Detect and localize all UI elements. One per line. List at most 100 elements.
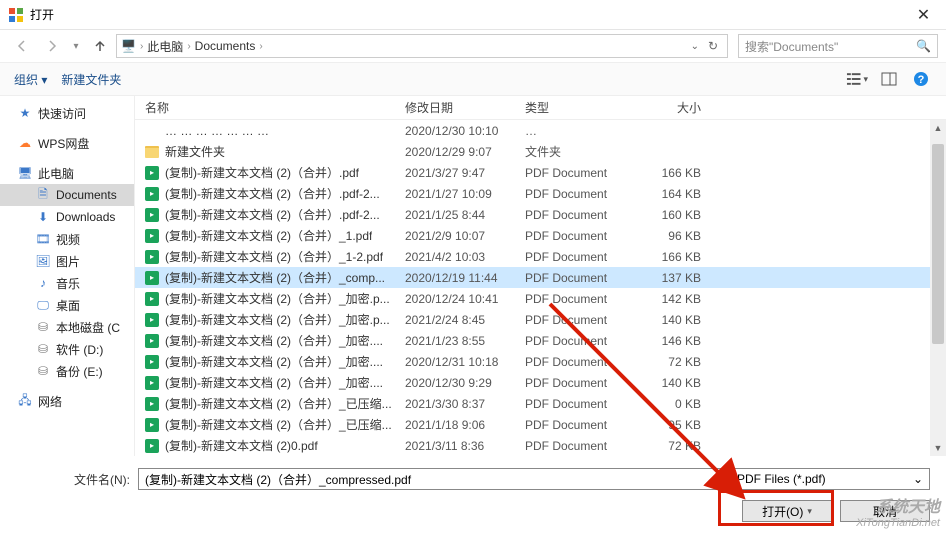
file-type: PDF Document <box>525 439 635 453</box>
preview-pane-button[interactable] <box>878 68 900 90</box>
sidebar-item-documents[interactable]: 🗎Documents <box>0 184 134 206</box>
breadcrumb[interactable]: 🖥️ › 此电脑 › Documents › ⌄ ↻ <box>116 34 728 58</box>
scroll-down-button[interactable]: ▼ <box>930 440 946 456</box>
scrollbar[interactable]: ▲ ▼ <box>930 120 946 456</box>
file-date: 2020/12/19 11:44 <box>405 271 525 285</box>
file-name: (复制)-新建文本文档 (2)（合并）_加密.p... <box>165 311 390 328</box>
sidebar-item-music[interactable]: ♪音乐 <box>0 272 134 294</box>
file-name: (复制)-新建文本文档 (2)（合并）.pdf-2... <box>165 185 380 202</box>
file-row[interactable]: ▸(复制)-新建文本文档 (2)（合并）.pdf-2...2021/1/25 8… <box>135 204 946 225</box>
organize-menu[interactable]: 组织 ▾ <box>14 71 47 88</box>
file-row[interactable]: ▸(复制)-新建文本文档 (2)（合并）_1-2.pdf2021/4/2 10:… <box>135 246 946 267</box>
file-name: (复制)-新建文本文档 (2)（合并）_1-2.pdf <box>165 248 383 265</box>
pictures-icon: 🖼 <box>36 254 50 268</box>
folder-icon <box>145 146 159 158</box>
sidebar-item-thispc[interactable]: 🖥此电脑 <box>0 162 134 184</box>
file-name: (复制)-新建文本文档 (2)（合并）.pdf-2... <box>165 206 380 223</box>
window-title: 打开 <box>30 6 901 23</box>
chevron-down-icon[interactable]: ⌄ <box>691 41 699 52</box>
sidebar-item-pictures[interactable]: 🖼图片 <box>0 250 134 272</box>
pc-icon: 🖥️ <box>121 39 136 53</box>
column-size[interactable]: 大小 <box>635 99 725 116</box>
folder-row[interactable]: 新建文件夹2020/12/29 9:07文件夹 <box>135 141 946 162</box>
sidebar-item-videos[interactable]: 🎞视频 <box>0 228 134 250</box>
file-row[interactable]: ▸(复制)-新建文本文档 (2)（合并）_1.pdf2021/2/9 10:07… <box>135 225 946 246</box>
filetype-filter[interactable]: PDF Files (*.pdf)⌄ <box>730 468 930 490</box>
sidebar-item-desktop[interactable]: 🖵桌面 <box>0 294 134 316</box>
breadcrumb-thispc[interactable]: 此电脑 <box>147 38 183 55</box>
search-input[interactable]: 搜索"Documents" 🔍 <box>738 34 938 58</box>
sidebar-item-downloads[interactable]: ⬇Downloads <box>0 206 134 228</box>
pdf-icon: ▸ <box>145 439 159 453</box>
new-folder-button[interactable]: 新建文件夹 <box>61 71 121 88</box>
sidebar-item-drive-d[interactable]: ⛁软件 (D:) <box>0 338 134 360</box>
file-row[interactable]: ▸(复制)-新建文本文档 (2)（合并）_加密....2020/12/31 10… <box>135 351 946 372</box>
help-button[interactable]: ? <box>910 68 932 90</box>
dropdown-icon[interactable]: ▾ <box>807 506 812 517</box>
file-row[interactable]: ▸(复制)-新建文本文档 (2)（合并）_comp...2020/12/19 1… <box>135 267 946 288</box>
file-name: (复制)-新建文本文档 (2)（合并）_加密.p... <box>165 290 390 307</box>
refresh-button[interactable]: ↻ <box>703 39 723 53</box>
pdf-icon: ▸ <box>145 397 159 411</box>
file-date: 2020/12/30 10:10 <box>405 124 525 138</box>
column-type[interactable]: 类型 <box>525 99 635 116</box>
file-name: 新建文件夹 <box>165 143 225 160</box>
file-size: 166 KB <box>635 250 725 264</box>
chevron-right-icon: › <box>140 41 143 52</box>
open-button[interactable]: 打开(O)▾ <box>742 500 832 522</box>
file-type: 文件夹 <box>525 143 635 160</box>
filename-input[interactable]: (复制)-新建文本文档 (2)（合并）_compressed.pdf⌄ <box>138 468 722 490</box>
cloud-icon: ☁ <box>18 136 32 150</box>
view-mode-button[interactable]: ▾ <box>846 68 868 90</box>
file-row[interactable]: ▸(复制)-新建文本文档 (2)（合并）_加密.p...2021/2/24 8:… <box>135 309 946 330</box>
file-row[interactable]: ▸(复制)-新建文本文档 (2)（合并）.pdf-2...2021/1/27 1… <box>135 183 946 204</box>
app-icon <box>8 7 24 23</box>
drive-icon: ⛁ <box>36 320 50 334</box>
file-type: PDF Document <box>525 187 635 201</box>
scroll-thumb[interactable] <box>932 144 944 344</box>
file-size: 142 KB <box>635 292 725 306</box>
sidebar-item-network[interactable]: 🖧网络 <box>0 390 134 412</box>
file-type: PDF Document <box>525 376 635 390</box>
file-date: 2021/3/27 9:47 <box>405 166 525 180</box>
nav-up-button[interactable] <box>86 34 114 58</box>
scroll-up-button[interactable]: ▲ <box>930 120 946 136</box>
file-type: PDF Document <box>525 250 635 264</box>
file-row[interactable]: ▸(复制)-新建文本文档 (2)（合并）_已压缩...2021/1/18 9:0… <box>135 414 946 435</box>
file-row[interactable]: ▸(复制)-新建文本文档 (2)（合并）_加密....2020/12/30 9:… <box>135 372 946 393</box>
file-size: 166 KB <box>635 166 725 180</box>
sidebar-item-quickaccess[interactable]: ★快速访问 <box>0 102 134 124</box>
body: ★快速访问 ☁WPS网盘 🖥此电脑 🗎Documents ⬇Downloads … <box>0 96 946 456</box>
close-button[interactable]: ✕ <box>901 0 946 29</box>
file-row[interactable]: ▸(复制)-新建文本文档 (2)（合并）_加密.p...2020/12/24 1… <box>135 288 946 309</box>
file-name: (复制)-新建文本文档 (2)0.pdf <box>165 437 318 454</box>
file-row[interactable]: ▸(复制)-新建文本文档 (2)（合并）_加密....2021/1/23 8:5… <box>135 330 946 351</box>
cancel-button[interactable]: 取消 <box>840 500 930 522</box>
column-name[interactable]: 名称 <box>145 99 405 116</box>
chevron-down-icon[interactable]: ⌄ <box>707 474 715 485</box>
file-row[interactable]: ▸(复制)-新建文本文档 (2)（合并）_已压缩...2021/3/30 8:3… <box>135 393 946 414</box>
footer: 文件名(N): (复制)-新建文本文档 (2)（合并）_compressed.p… <box>0 456 946 522</box>
pdf-icon: ▸ <box>145 292 159 306</box>
file-row[interactable]: ▸(复制)-新建文本文档 (2)（合并）.pdf2021/3/27 9:47PD… <box>135 162 946 183</box>
nav-forward-button[interactable] <box>38 34 66 58</box>
nav-recent-dropdown[interactable]: ▾ <box>68 34 84 58</box>
file-row[interactable]: … … … … … … …2020/12/30 10:10… <box>135 120 946 141</box>
documents-icon: 🗎 <box>36 188 50 202</box>
star-icon: ★ <box>18 106 32 120</box>
sidebar-item-drive-c[interactable]: ⛁本地磁盘 (C <box>0 316 134 338</box>
pdf-icon: ▸ <box>145 166 159 180</box>
file-date: 2021/1/23 8:55 <box>405 334 525 348</box>
filename-label: 文件名(N): <box>40 471 130 488</box>
scroll-track[interactable] <box>930 136 946 440</box>
nav-back-button[interactable] <box>8 34 36 58</box>
sidebar-item-wps[interactable]: ☁WPS网盘 <box>0 132 134 154</box>
breadcrumb-documents[interactable]: Documents <box>195 39 256 53</box>
chevron-down-icon[interactable]: ⌄ <box>913 472 923 486</box>
sidebar-item-drive-e[interactable]: ⛁备份 (E:) <box>0 360 134 382</box>
column-date[interactable]: 修改日期 <box>405 99 525 116</box>
search-icon[interactable]: 🔍 <box>916 39 931 53</box>
file-size: 160 KB <box>635 208 725 222</box>
file-row[interactable]: ▸(复制)-新建文本文档 (2)0.pdf2021/3/11 8:36PDF D… <box>135 435 946 456</box>
file-size: 95 KB <box>635 418 725 432</box>
